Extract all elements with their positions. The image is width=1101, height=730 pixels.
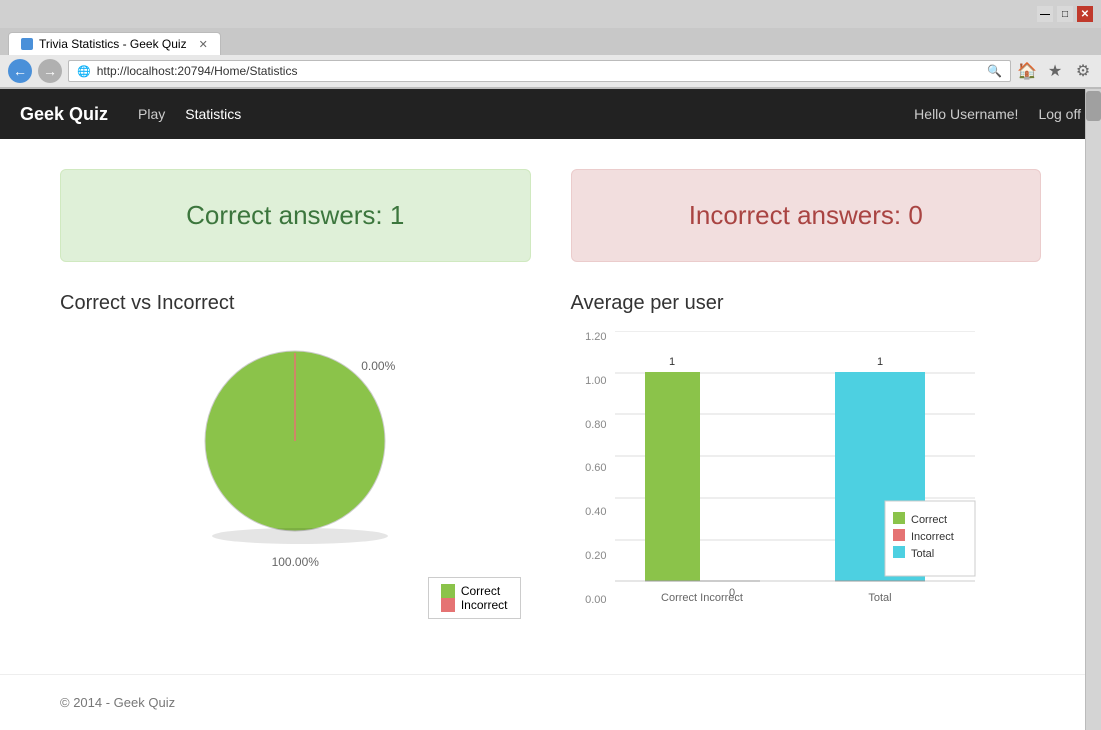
bar-chart-svg: 1 Correct Incorrect 1 [615,331,1015,631]
y-label-3: 0.60 [571,462,607,474]
minimize-button[interactable]: — [1037,6,1053,22]
pie-legend-correct-label: Correct [461,584,500,598]
navbar-link-play[interactable]: Play [138,102,165,126]
main-content: Correct answers: 1 Incorrect answers: 0 … [0,139,1101,654]
pie-chart-title: Correct vs Incorrect [60,292,531,315]
search-icon: 🔍 [987,64,1002,78]
settings-icon[interactable]: ⚙ [1073,61,1093,81]
active-tab[interactable]: Trivia Statistics - Geek Quiz ✕ [8,32,221,55]
browser-chrome: — □ ✕ Trivia Statistics - Geek Quiz ✕ ← … [0,0,1101,89]
bar-total-label: 1 [876,356,882,368]
y-axis-labels: 0.00 0.20 0.40 0.60 0.80 1.00 1.20 [571,331,607,634]
y-label-2: 0.40 [571,506,607,518]
scrollbar[interactable] [1085,89,1101,730]
pie-incorrect-pct: 0.00% [361,359,395,373]
bar-chart-title: Average per user [571,292,1042,315]
navbar: Geek Quiz Play Statistics Hello Username… [0,89,1101,139]
close-button[interactable]: ✕ [1077,6,1093,22]
pie-legend-incorrect-label: Incorrect [461,598,508,612]
bar-incorrect-0-label: 0 [728,587,734,599]
forward-button[interactable]: → [38,59,62,83]
bar-chart-section: Average per user 0.00 0.20 0.40 0.60 0.8… [571,292,1042,634]
bar-group2-label: Total [868,592,891,604]
footer: © 2014 - Geek Quiz [0,674,1101,730]
pie-legend-incorrect: Incorrect [441,598,508,612]
bar-legend-incorrect-text: Incorrect [911,531,954,543]
pie-chart-container: 0.00% 100.00% Correct Incorrect [60,331,531,619]
maximize-button[interactable]: □ [1057,6,1073,22]
tab-favicon [21,38,33,50]
bar-legend-total-color [893,546,905,558]
navbar-greeting: Hello Username! [914,106,1018,122]
correct-stat-label: Correct answers: 1 [186,200,404,230]
y-label-1: 0.20 [571,550,607,562]
navbar-link-statistics[interactable]: Statistics [185,102,241,126]
stats-cards: Correct answers: 1 Incorrect answers: 0 [60,169,1041,262]
footer-text: © 2014 - Geek Quiz [60,695,175,710]
pie-correct-color [441,584,455,598]
back-button[interactable]: ← [8,59,32,83]
navbar-brand[interactable]: Geek Quiz [20,104,108,125]
tab-close-icon[interactable]: ✕ [199,38,208,51]
favorites-icon[interactable]: ★ [1045,61,1065,81]
url-icon: 🌐 [77,65,91,78]
navbar-links: Play Statistics [138,102,241,126]
pie-correct-pct: 100.00% [272,555,319,569]
bar-chart-wrapper: 0.00 0.20 0.40 0.60 0.80 1.00 1.20 [571,331,1042,634]
bar-legend-total-text: Total [911,548,934,560]
window-controls: — □ ✕ [1037,6,1093,22]
address-bar: ← → 🌐 http://localhost:20794/Home/Statis… [0,55,1101,88]
toolbar-icons: 🏠 ★ ⚙ [1017,61,1093,81]
y-label-0: 0.00 [571,594,607,606]
bar-legend-correct-color [893,512,905,524]
url-text: http://localhost:20794/Home/Statistics [97,64,981,78]
pie-incorrect-color [441,598,455,612]
correct-stat-card: Correct answers: 1 [60,169,531,262]
charts-row: Correct vs Incorrect 0.0 [60,292,1041,634]
bar-legend-incorrect-color [893,529,905,541]
url-box[interactable]: 🌐 http://localhost:20794/Home/Statistics… [68,60,1011,82]
incorrect-stat-label: Incorrect answers: 0 [689,200,923,230]
navbar-right: Hello Username! Log off [914,106,1081,122]
bar-correct-label: 1 [668,356,674,368]
y-label-6: 1.20 [571,331,607,343]
bar-legend-correct-text: Correct [911,514,947,526]
y-label-5: 1.00 [571,375,607,387]
tab-bar: Trivia Statistics - Geek Quiz ✕ [0,28,1101,55]
navbar-logoff[interactable]: Log off [1038,106,1081,122]
title-bar: — □ ✕ [0,0,1101,28]
pie-legend-correct: Correct [441,584,508,598]
bar-correct [645,372,700,581]
home-icon[interactable]: 🏠 [1017,61,1037,81]
tab-title: Trivia Statistics - Geek Quiz [39,37,187,51]
pie-legend: Correct Incorrect [428,577,521,619]
y-label-4: 0.80 [571,419,607,431]
scrollbar-thumb[interactable] [1086,91,1101,121]
bar-chart-area: 1 Correct Incorrect 1 [615,331,1042,634]
pie-chart: 0.00% [185,331,405,551]
app-container: Geek Quiz Play Statistics Hello Username… [0,89,1101,730]
pie-chart-section: Correct vs Incorrect 0.0 [60,292,531,634]
incorrect-stat-card: Incorrect answers: 0 [571,169,1042,262]
